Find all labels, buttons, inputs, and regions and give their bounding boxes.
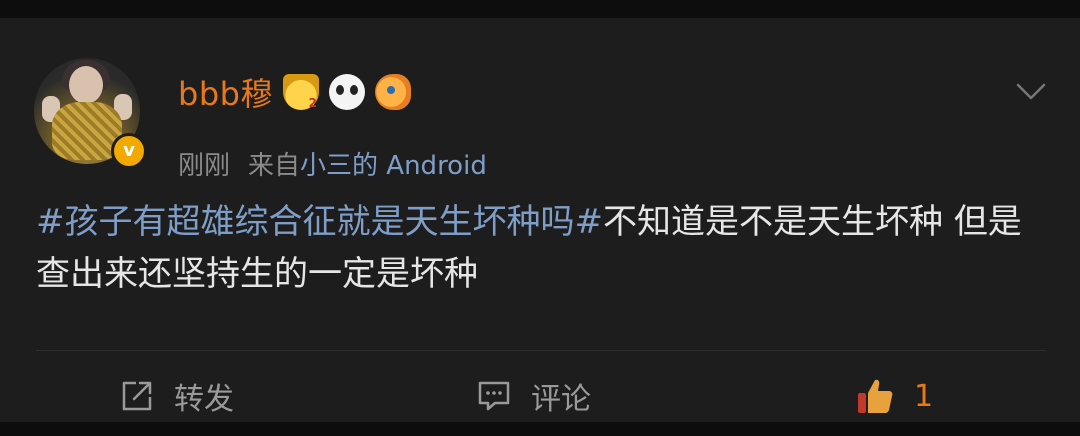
repost-label: 转发 [174, 382, 234, 417]
post-content: #孩子有超雄综合征就是天生坏种吗#不知道是不是天生坏种 但是查出来还坚持生的一定… [36, 196, 1046, 300]
fish-badge-icon[interactable] [374, 74, 411, 110]
username[interactable]: bbb穆 [178, 69, 273, 115]
comment-button[interactable]: 评论 [477, 374, 591, 418]
topic-link[interactable]: #孩子有超雄综合征就是天生坏种吗# [36, 202, 603, 242]
avatar-face [69, 66, 103, 104]
source-device[interactable]: 小三的 Android [300, 151, 487, 181]
post-card: v bbb穆 刚刚来自小三的 Android #孩子有超雄综合征就是天生坏种吗#… [0, 18, 1080, 422]
panda-badge-icon[interactable] [328, 74, 365, 110]
like-count: 1 [914, 378, 934, 414]
chevron-down-icon[interactable] [1016, 82, 1046, 102]
crown-level-badge-icon[interactable] [282, 74, 319, 110]
author-row: bbb穆 [178, 70, 411, 114]
verified-badge: v [111, 133, 147, 169]
like-button[interactable]: 1 [856, 374, 933, 418]
thumbs-up-icon [858, 379, 893, 413]
repost-button[interactable]: 转发 [120, 374, 234, 418]
source-prefix: 来自 [248, 151, 301, 181]
post-time: 刚刚 [178, 151, 231, 181]
comment-icon [478, 381, 510, 411]
divider [36, 350, 1046, 351]
comment-label: 评论 [531, 382, 591, 417]
repost-icon [122, 381, 152, 411]
post-meta: 刚刚 来自小三的 Android [178, 145, 487, 182]
